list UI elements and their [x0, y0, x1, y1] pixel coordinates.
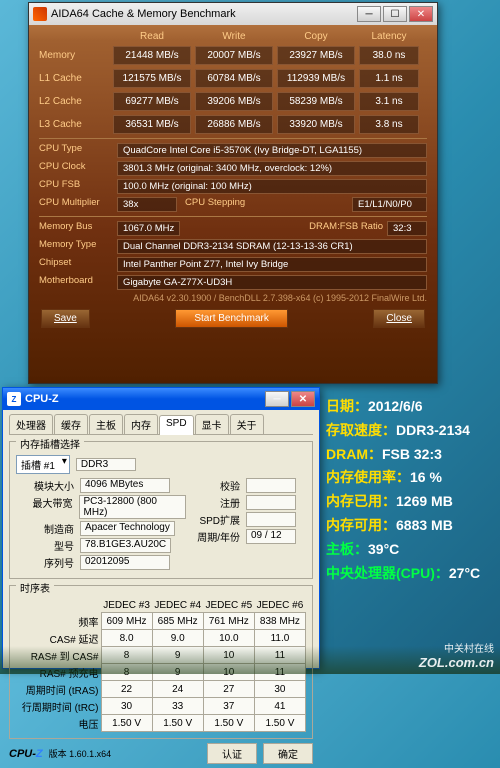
aida-row-l2: L2 Cache 69277 MB/s 39206 MB/s 58239 MB/… — [39, 92, 427, 111]
tab-memory[interactable]: 内存 — [124, 414, 158, 434]
timing-row: 周期时间 (tRAS)22242730 — [16, 681, 306, 698]
aida-cpu-type: CPU Type QuadCore Intel Core i5-3570K (I… — [39, 143, 427, 158]
slot-type: DDR3 — [76, 458, 136, 471]
tab-mainboard[interactable]: 主板 — [89, 414, 123, 434]
cpuz-version: 版本 1.60.1.x64 — [49, 747, 112, 760]
timing-header-row: JEDEC #3 JEDEC #4 JEDEC #5 JEDEC #6 — [16, 599, 306, 613]
bandwidth: PC3-12800 (800 MHz) — [79, 495, 186, 519]
aida-motherboard: Motherboard Gigabyte GA-Z77X-UD3H — [39, 275, 427, 290]
close-button[interactable]: ✕ — [409, 6, 433, 22]
timing-row: 频率609 MHz685 MHz761 MHz838 MHz — [16, 613, 306, 630]
save-button[interactable]: Save — [41, 309, 90, 328]
validate-button[interactable]: 认证 — [207, 743, 257, 764]
desktop-info-overlay: 日期：2012/6/6 存取速度：DDR3-2134 DRAM：FSB 32:3… — [326, 395, 492, 585]
module-size: 4096 MBytes — [80, 478, 170, 493]
tab-about[interactable]: 关于 — [230, 414, 264, 434]
aida-memory-type: Memory Type Dual Channel DDR3-2134 SDRAM… — [39, 239, 427, 254]
aida-cpu-fsb: CPU FSB 100.0 MHz (original: 100 MHz) — [39, 179, 427, 194]
tab-cpu[interactable]: 处理器 — [9, 414, 53, 434]
aida-chipset: Chipset Intel Panther Point Z77, Intel I… — [39, 257, 427, 272]
aida-column-headers: Read Write Copy Latency — [39, 31, 427, 42]
aida-icon — [33, 7, 47, 21]
aida-title: AIDA64 Cache & Memory Benchmark — [51, 8, 236, 20]
cpuz-logo: CPU-Z — [9, 748, 43, 760]
slot-select[interactable]: 插槽 #1 — [16, 455, 70, 474]
minimize-button[interactable]: ─ — [357, 6, 381, 22]
watermark: 中关村在线 ZOL.com.cn — [419, 640, 494, 670]
aida64-window: AIDA64 Cache & Memory Benchmark ─ ☐ ✕ Re… — [28, 2, 438, 384]
cpuz-window: Z CPU-Z ─ ✕ 处理器 缓存 主板 内存 SPD 显卡 关于 内存插槽选… — [2, 387, 320, 669]
tab-graphics[interactable]: 显卡 — [195, 414, 229, 434]
aida-footer: AIDA64 v2.30.1900 / BenchDLL 2.7.398-x64… — [39, 293, 427, 303]
manufacturer: Apacer Technology — [80, 521, 175, 536]
serial: 02012095 — [80, 555, 170, 570]
maximize-button[interactable]: ☐ — [383, 6, 407, 22]
aida-memory-bus: Memory Bus 1067.0 MHz DRAM:FSB Ratio 32:… — [39, 221, 427, 236]
cpuz-title: CPU-Z — [25, 393, 59, 405]
aida-cpu-multiplier: CPU Multiplier 38x CPU Stepping E1/L1/N0… — [39, 197, 427, 212]
timing-row: 行周期时间 (tRC)30333741 — [16, 698, 306, 715]
ok-button[interactable]: 确定 — [263, 743, 313, 764]
start-benchmark-button[interactable]: Start Benchmark — [175, 309, 287, 328]
timing-row: 电压1.50 V1.50 V1.50 V1.50 V — [16, 715, 306, 732]
part-number: 78.B1GE3.AU20C — [80, 538, 171, 553]
aida-row-memory: Memory 21448 MB/s 20007 MB/s 23927 MB/s … — [39, 46, 427, 65]
aida-titlebar[interactable]: AIDA64 Cache & Memory Benchmark ─ ☐ ✕ — [29, 3, 437, 25]
cpuz-titlebar[interactable]: Z CPU-Z ─ ✕ — [3, 388, 319, 410]
cpuz-tabs: 处理器 缓存 主板 内存 SPD 显卡 关于 — [9, 414, 313, 435]
aida-cpu-clock: CPU Clock 3801.3 MHz (original: 3400 MHz… — [39, 161, 427, 176]
cpuz-icon: Z — [7, 392, 21, 406]
timing-row: CAS# 延迟8.09.010.011.0 — [16, 630, 306, 647]
aida-row-l3: L3 Cache 36531 MB/s 26886 MB/s 33920 MB/… — [39, 115, 427, 134]
cpuz-minimize-button[interactable]: ─ — [265, 391, 289, 407]
tab-spd[interactable]: SPD — [159, 415, 194, 435]
close-dialog-button[interactable]: Close — [373, 309, 425, 328]
cpuz-close-button[interactable]: ✕ — [291, 391, 315, 407]
aida-row-l1: L1 Cache 121575 MB/s 60784 MB/s 112939 M… — [39, 69, 427, 88]
slot-selection-fieldset: 内存插槽选择 插槽 #1 DDR3 模块大小4096 MBytes 最大带宽PC… — [9, 441, 313, 579]
week-year: 09 / 12 — [246, 529, 296, 544]
tab-cache[interactable]: 缓存 — [54, 414, 88, 434]
